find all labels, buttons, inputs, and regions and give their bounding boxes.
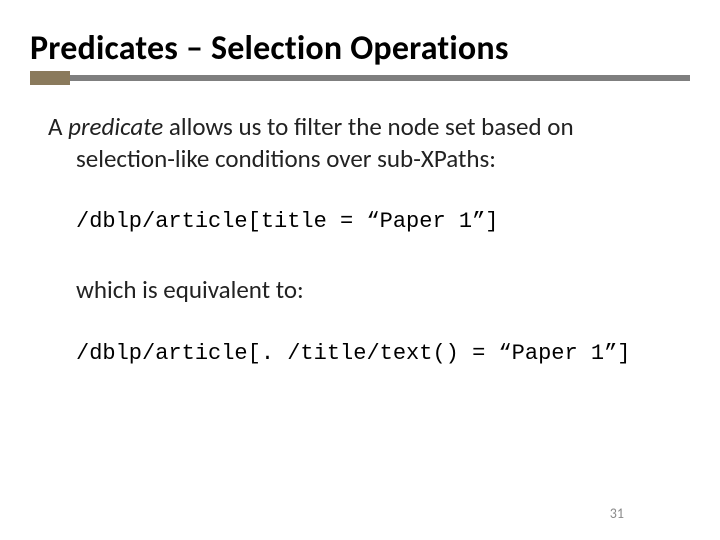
title-block: Predicates – Selection Operations [0,0,720,93]
rule-accent [30,71,70,85]
intro-term: predicate [68,111,163,142]
intro-lead-a: A [48,111,68,142]
equivalent-label: which is equivalent to: [48,274,672,305]
slide: Predicates – Selection Operations A pred… [0,0,720,540]
title-rule [30,75,690,85]
code-example-2: /dblp/article[. /title/text() = “Paper 1… [48,341,672,366]
page-number: 31 [610,505,624,522]
slide-title: Predicates – Selection Operations [30,28,690,69]
rule-grey [30,75,690,81]
intro-paragraph: A predicate allows us to filter the node… [48,111,672,175]
slide-body: A predicate allows us to filter the node… [0,93,720,366]
intro-lead-b: allows us to filter the node set based o… [163,111,573,142]
code-example-1: /dblp/article[title = “Paper 1”] [48,209,672,234]
intro-cont: selection-like conditions over sub-XPath… [48,143,672,175]
